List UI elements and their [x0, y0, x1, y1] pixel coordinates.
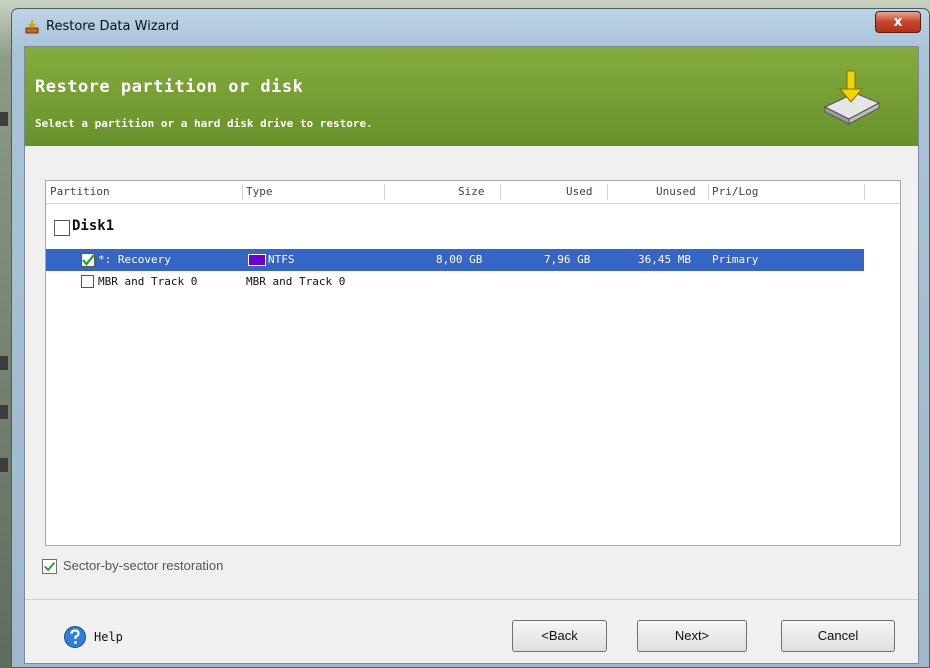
help-icon[interactable]	[63, 625, 87, 649]
partition-used: 7,96 GB	[544, 253, 591, 266]
desktop-edge-fragment	[0, 356, 8, 370]
next-button[interactable]: Next>	[637, 620, 747, 652]
partition-type: NTFS	[268, 253, 295, 266]
disk-checkbox[interactable]	[54, 220, 70, 236]
partition-size: 8,00 GB	[436, 253, 483, 266]
partition-prilog: Primary	[712, 253, 759, 266]
footer-divider	[25, 599, 918, 600]
close-button[interactable]: x	[875, 11, 921, 33]
table-row[interactable]: *: Recovery NTFS 8,00 GB 7,96 GB 36,45 M…	[46, 249, 864, 271]
column-header-prilog[interactable]: Pri/Log	[712, 185, 758, 198]
column-divider[interactable]	[384, 184, 385, 200]
disk-label: Disk1	[72, 218, 115, 234]
column-divider[interactable]	[708, 184, 709, 200]
column-divider[interactable]	[864, 184, 865, 200]
desktop-edge-fragment	[0, 458, 8, 472]
title-bar[interactable]: Restore Data Wizard x	[12, 9, 929, 45]
window-title: Restore Data Wizard	[46, 19, 179, 34]
column-divider[interactable]	[500, 184, 501, 200]
partition-list[interactable]: Partition Type Size Used Unused Pri/Log …	[45, 180, 901, 546]
column-divider[interactable]	[607, 184, 608, 200]
wizard-body: Restore partition or disk Select a parti…	[24, 46, 919, 664]
sector-by-sector-checkbox[interactable]	[42, 559, 57, 574]
sector-by-sector-label[interactable]: Sector-by-sector restoration	[63, 558, 223, 573]
desktop-edge-fragment	[0, 112, 8, 126]
row-checkbox[interactable]	[81, 275, 94, 288]
partition-name: *: Recovery	[98, 253, 171, 266]
column-header-type[interactable]: Type	[246, 185, 273, 198]
back-button[interactable]: <Back	[512, 620, 607, 652]
partition-type: MBR and Track 0	[246, 275, 346, 288]
filesystem-color-swatch	[248, 254, 266, 266]
row-checkbox[interactable]	[81, 253, 97, 267]
list-header: Partition Type Size Used Unused Pri/Log	[46, 181, 900, 204]
partition-name: MBR and Track 0	[98, 275, 198, 288]
desktop-edge-fragment	[0, 405, 8, 419]
hard-disk-download-icon	[823, 70, 881, 125]
app-icon	[25, 20, 39, 34]
wizard-header-banner: Restore partition or disk Select a parti…	[25, 47, 918, 146]
help-link[interactable]: Help	[94, 630, 123, 644]
column-header-partition[interactable]: Partition	[50, 185, 110, 198]
page-title: Restore partition or disk	[35, 77, 304, 97]
column-header-unused[interactable]: Unused	[656, 185, 696, 198]
column-header-used[interactable]: Used	[566, 185, 593, 198]
page-subtitle: Select a partition or a hard disk drive …	[35, 117, 373, 130]
column-divider[interactable]	[242, 184, 243, 200]
cancel-button[interactable]: Cancel	[781, 620, 895, 652]
restore-data-wizard-window: Restore Data Wizard x Restore partition …	[11, 8, 930, 668]
table-row[interactable]: MBR and Track 0 MBR and Track 0	[46, 271, 864, 293]
partition-unused: 36,45 MB	[638, 253, 691, 266]
column-header-size[interactable]: Size	[458, 185, 485, 198]
